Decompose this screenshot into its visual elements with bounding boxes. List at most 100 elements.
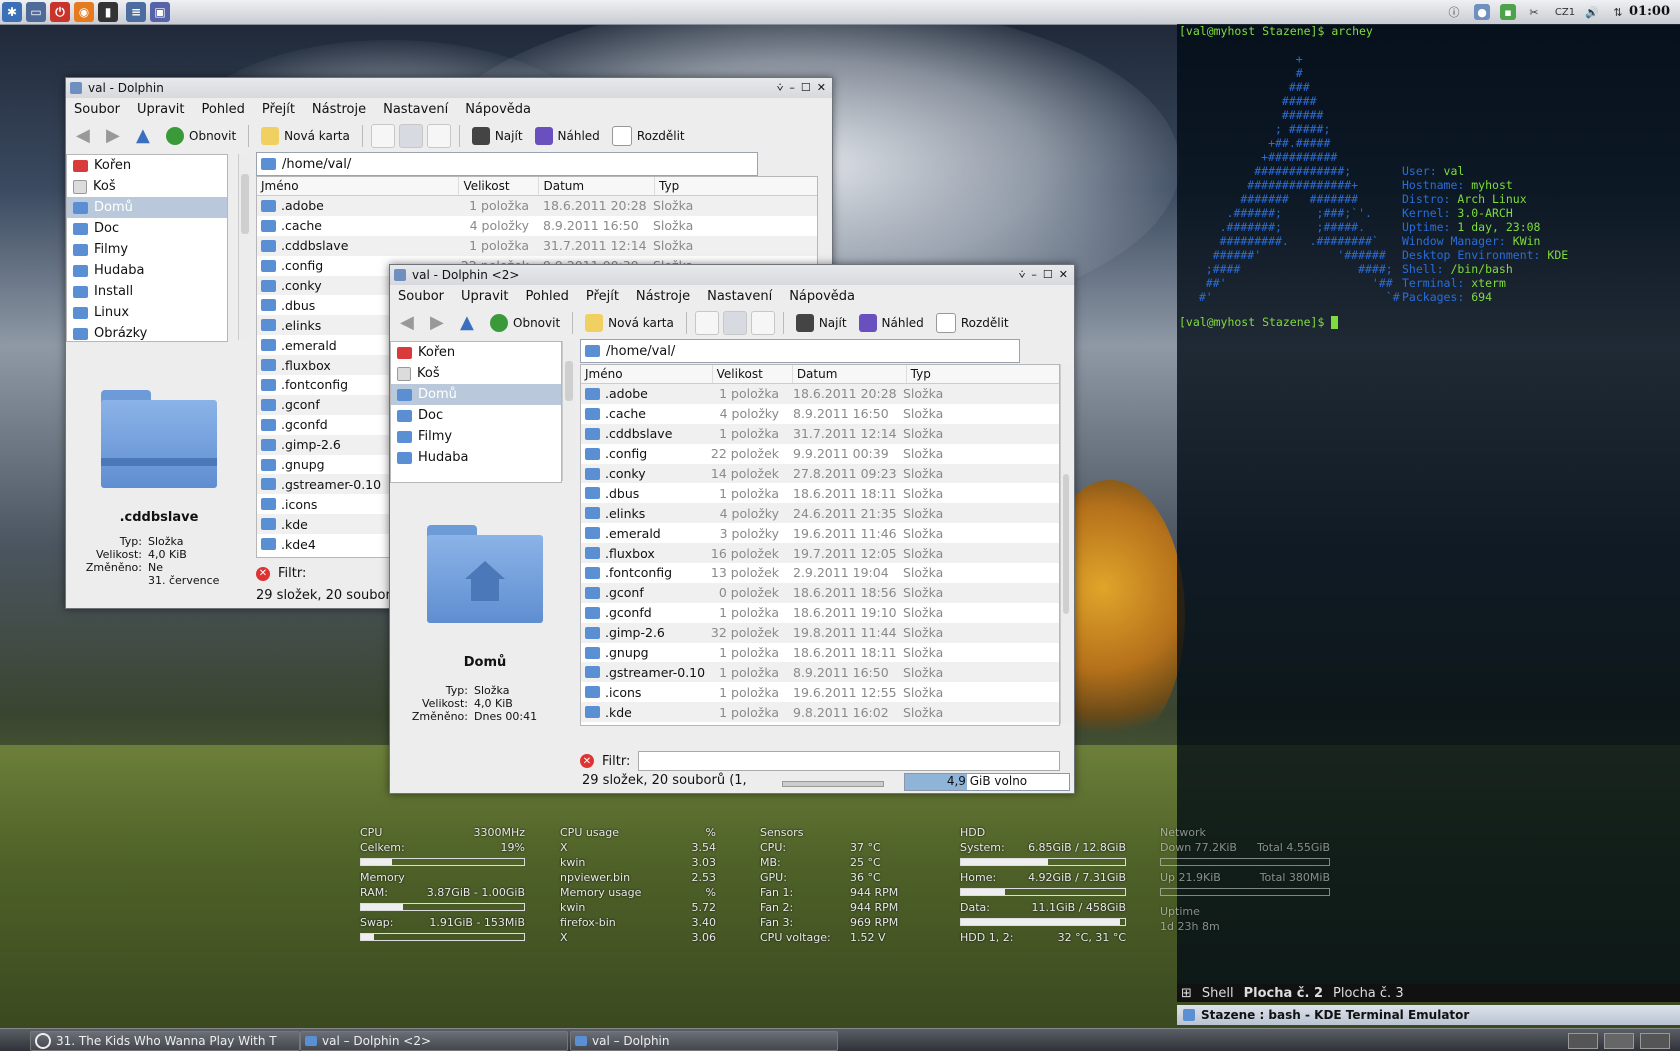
place-doc[interactable]: Doc xyxy=(67,218,227,239)
back-button[interactable]: ◀ xyxy=(72,125,98,147)
task-dolphin-2[interactable]: val – Dolphin <2> xyxy=(300,1031,568,1051)
table-row[interactable]: .elinks 4 položky 24.6.2011 21:35 Složka xyxy=(581,503,1059,524)
shade-button[interactable]: ⩒ xyxy=(1019,268,1026,282)
place-filmy[interactable]: Filmy xyxy=(391,426,561,447)
dolphin-window-front[interactable]: val - Dolphin <2> ⩒ – ☐ ✕ Soubor Upravit… xyxy=(389,264,1075,794)
details-view-button[interactable] xyxy=(722,311,747,335)
file-list-scrollbar[interactable] xyxy=(1060,364,1071,724)
place-hudaba[interactable]: Hudaba xyxy=(391,447,561,468)
battery-icon[interactable]: ▪ xyxy=(1500,4,1516,20)
menu-prejit[interactable]: Přejít xyxy=(262,102,295,117)
menu-napoveda[interactable]: Nápověda xyxy=(789,289,855,304)
table-row[interactable]: .fontconfig 13 položek 2.9.2011 19:04 Složk… xyxy=(581,563,1059,583)
forward-button[interactable]: ▶ xyxy=(102,125,128,147)
close-filter-icon[interactable]: ✕ xyxy=(256,566,270,581)
volume-icon[interactable]: 🔊 xyxy=(1584,4,1600,20)
columns-view-button[interactable] xyxy=(750,311,775,335)
zoom-slider[interactable] xyxy=(782,781,884,787)
details-view-button[interactable] xyxy=(398,124,423,148)
new-tab-button[interactable]: Nová karta xyxy=(257,125,354,147)
clipboard-icon[interactable]: ✂ xyxy=(1526,4,1542,20)
places-scrollbar[interactable] xyxy=(238,154,251,340)
menu-napoveda[interactable]: Nápověda xyxy=(465,102,531,117)
terminal-tab-shell[interactable]: Shell xyxy=(1202,986,1234,1001)
filter-input[interactable] xyxy=(638,751,1061,771)
refresh-button[interactable]: Obnovit xyxy=(162,125,240,147)
col-size[interactable]: Velikost xyxy=(713,365,793,383)
up-button[interactable]: ▲ xyxy=(132,125,158,147)
clock[interactable]: 01:00 xyxy=(1629,4,1670,19)
menu-nastaveni[interactable]: Nastavení xyxy=(383,102,448,117)
table-row[interactable]: .conky 14 položek 27.8.2011 09:23 Složka xyxy=(581,463,1059,484)
screen-icon[interactable]: ▣ xyxy=(150,2,170,22)
split-button[interactable]: Rozdělit xyxy=(932,311,1013,335)
table-row[interactable]: .gconf 0 položek 18.6.2011 18:56 Složka xyxy=(581,582,1059,603)
pager-icon[interactable] xyxy=(1604,1033,1634,1049)
menu-pohled[interactable]: Pohled xyxy=(525,289,568,304)
terminal-titlebar[interactable]: Stazene : bash - KDE Terminal Emulator xyxy=(1177,1005,1680,1025)
shade-button[interactable]: ⩒ xyxy=(777,81,784,95)
table-row[interactable]: .gimp-2.6 32 položek 19.8.2011 11:44 Složka xyxy=(581,622,1059,643)
menu-nastaveni[interactable]: Nastavení xyxy=(707,289,772,304)
drive-icon[interactable]: ▭ xyxy=(26,2,46,22)
table-row[interactable]: .gconfd 1 položka 18.6.2011 19:10 Složka xyxy=(581,603,1059,623)
icons-view-button[interactable] xyxy=(370,124,395,148)
close-filter-icon[interactable]: ✕ xyxy=(580,754,594,768)
back-button[interactable]: ◀ xyxy=(396,312,422,334)
pager-icon[interactable] xyxy=(1640,1033,1670,1049)
table-row[interactable]: .fluxbox 16 položek 19.7.2011 12:05 Složka xyxy=(581,543,1059,564)
task-dolphin[interactable]: val – Dolphin xyxy=(570,1031,838,1051)
columns-view-button[interactable] xyxy=(426,124,451,148)
col-type[interactable]: Typ xyxy=(907,365,1059,383)
menu-soubor[interactable]: Soubor xyxy=(398,289,444,304)
table-row[interactable]: .adobe 1 položka 18.6.2011 20:28 Složka xyxy=(581,384,1059,404)
table-row[interactable]: .emerald 3 položky 19.6.2011 11:46 Složka xyxy=(581,523,1059,543)
new-tab-icon[interactable]: ⊞ xyxy=(1181,986,1192,1001)
keyboard-layout[interactable]: CZ1 xyxy=(1552,4,1578,20)
table-row[interactable]: .cache 4 položky 8.9.2011 16:50 Složka xyxy=(257,216,817,236)
place-kos[interactable]: Koš xyxy=(67,176,227,197)
place-install[interactable]: Install xyxy=(67,281,227,302)
close-button[interactable]: ✕ xyxy=(817,81,826,95)
location-bar[interactable]: /home/val/ xyxy=(580,339,1020,363)
menu-upravit[interactable]: Upravit xyxy=(137,102,184,117)
places-scrollbar[interactable] xyxy=(562,341,575,481)
task-media-player[interactable]: 31. The Kids Who Wanna Play With T xyxy=(30,1031,300,1051)
forward-button[interactable]: ▶ xyxy=(426,312,452,334)
table-row[interactable]: .cache 4 položky 8.9.2011 16:50 Složka xyxy=(581,404,1059,424)
maximize-button[interactable]: ☐ xyxy=(801,81,811,95)
col-date[interactable]: Datum xyxy=(793,365,907,383)
col-name[interactable]: Jméno xyxy=(257,177,460,195)
refresh-button[interactable]: Obnovit xyxy=(486,312,564,334)
menu-nastroje[interactable]: Nástroje xyxy=(636,289,690,304)
col-name[interactable]: Jméno xyxy=(581,365,713,383)
table-row[interactable]: .gstreamer-0.10 1 položka 8.9.2011 16:50 Sl… xyxy=(581,662,1059,683)
place-hudaba[interactable]: Hudaba xyxy=(67,260,227,281)
up-button[interactable]: ▲ xyxy=(456,312,482,334)
kde-menu-icon[interactable]: ✱ xyxy=(2,2,22,22)
minimize-button[interactable]: – xyxy=(789,81,795,95)
table-row[interactable]: .kde 1 položka 9.8.2011 16:02 Složka xyxy=(581,702,1059,723)
info-icon[interactable]: ⓘ xyxy=(1446,4,1462,20)
place-linux[interactable]: Linux xyxy=(67,302,227,323)
firefox-icon[interactable]: ◉ xyxy=(74,2,94,22)
table-row[interactable]: .cddbslave 1 položka 31.7.2011 12:14 Složka xyxy=(581,423,1059,444)
table-row[interactable]: .adobe 1 položka 18.6.2011 20:28 Složka xyxy=(257,196,817,216)
col-date[interactable]: Datum xyxy=(539,177,656,195)
menu-upravit[interactable]: Upravit xyxy=(461,289,508,304)
minimize-button[interactable]: – xyxy=(1031,268,1037,282)
menu-nastroje[interactable]: Nástroje xyxy=(312,102,366,117)
table-row[interactable]: .icons 1 položka 19.6.2011 12:55 Složka xyxy=(581,682,1059,702)
col-size[interactable]: Velikost xyxy=(459,177,540,195)
preview-button[interactable]: Náhled xyxy=(855,312,928,334)
preview-button[interactable]: Náhled xyxy=(531,125,604,147)
window-titlebar[interactable]: val - Dolphin <2> ⩒ – ☐ ✕ xyxy=(390,265,1074,285)
col-type[interactable]: Typ xyxy=(655,177,817,195)
table-row[interactable]: .dbus 1 položka 18.6.2011 18:11 Složka xyxy=(581,483,1059,503)
power-icon[interactable]: ⏻ xyxy=(50,2,70,22)
table-row[interactable]: .config 22 položek 9.9.2011 00:39 Složka xyxy=(581,444,1059,464)
table-row[interactable]: .gnupg 1 položka 18.6.2011 18:11 Složka xyxy=(581,643,1059,663)
pager-icon[interactable] xyxy=(1568,1033,1598,1049)
network-icon[interactable]: ⇅ xyxy=(1610,4,1626,20)
find-button[interactable]: Najít xyxy=(468,125,527,147)
